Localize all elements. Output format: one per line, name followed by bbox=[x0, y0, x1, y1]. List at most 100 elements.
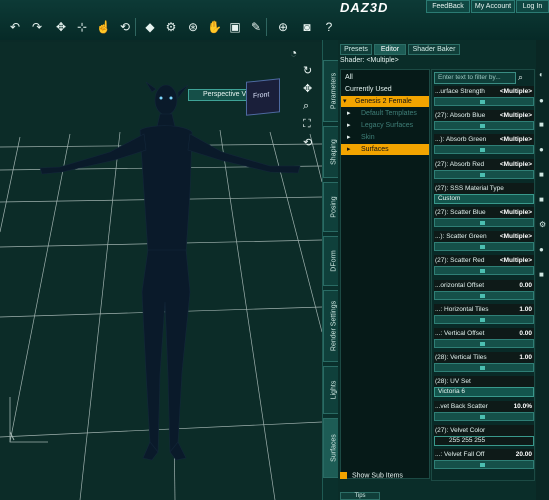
property-label: (27): Absorb Red <Multiple> bbox=[434, 158, 534, 170]
expand-arrow-icon[interactable]: ▸ bbox=[347, 108, 351, 119]
pane-icon[interactable]: ● bbox=[539, 145, 544, 154]
region-tool-icon[interactable]: ✋ bbox=[207, 20, 222, 34]
tree-item-currently-used[interactable]: Currently Used bbox=[341, 84, 429, 95]
property-label: ...vet Back Scatter 10.0% bbox=[434, 400, 534, 412]
node-tool-icon[interactable]: ⊹ bbox=[75, 20, 89, 34]
render-icon[interactable]: ◙ bbox=[300, 20, 314, 34]
tree-item-skin[interactable]: ▸ Skin bbox=[341, 132, 429, 143]
slider-knob[interactable] bbox=[480, 148, 485, 153]
property-label: (27): Velvet Color bbox=[434, 424, 534, 436]
pan-icon[interactable]: ✥ bbox=[303, 82, 312, 95]
property-dropdown[interactable]: Victoria 6 bbox=[434, 387, 534, 398]
reset-view-icon[interactable]: ⟲ bbox=[303, 136, 312, 149]
slider-knob[interactable] bbox=[480, 463, 485, 467]
pane-icon[interactable]: ◐ bbox=[539, 70, 544, 79]
slider-knob[interactable] bbox=[480, 172, 485, 177]
pose-tool-icon[interactable]: ☝ bbox=[96, 20, 111, 34]
surface-tool-icon[interactable]: ◆ bbox=[143, 20, 157, 34]
slider-knob[interactable] bbox=[480, 245, 485, 250]
property-value: <Multiple> bbox=[499, 233, 532, 241]
my-account-button[interactable]: My Account bbox=[471, 0, 515, 13]
property-label: (28): UV Set bbox=[434, 376, 534, 388]
log-in-button[interactable]: Log In bbox=[516, 0, 549, 13]
tree-item-default-templates[interactable]: ▸ Default Templates bbox=[341, 108, 429, 119]
property-slider[interactable] bbox=[434, 242, 534, 252]
navigation-cube[interactable]: Front bbox=[246, 78, 280, 116]
expand-arrow-icon[interactable]: ▸ bbox=[347, 144, 351, 155]
orbit-icon[interactable]: ↻ bbox=[303, 64, 312, 77]
transform-tool-icon[interactable]: ⟲ bbox=[118, 20, 132, 34]
help-icon[interactable]: ? bbox=[322, 20, 336, 34]
slider-knob[interactable] bbox=[480, 414, 485, 419]
zoom-icon[interactable]: ⌕ bbox=[303, 100, 309, 113]
property-slider[interactable] bbox=[434, 266, 534, 276]
expand-arrow-icon[interactable]: ▸ bbox=[347, 120, 351, 131]
pane-icon[interactable]: ■ bbox=[539, 270, 544, 279]
move-tool-icon[interactable]: ✥ bbox=[54, 20, 68, 34]
slider-knob[interactable] bbox=[480, 124, 485, 129]
property-slider[interactable] bbox=[434, 169, 534, 179]
feedback-button[interactable]: FeedBack bbox=[426, 0, 470, 13]
slider-knob[interactable] bbox=[480, 293, 485, 298]
camera-tool-icon[interactable]: ✎ bbox=[249, 20, 263, 34]
property-slider[interactable] bbox=[434, 363, 534, 373]
slider-knob[interactable] bbox=[480, 100, 485, 104]
camera-control-icon[interactable]: ◔ bbox=[290, 46, 297, 60]
tab-surfaces[interactable]: Surfaces bbox=[323, 418, 339, 478]
tree-item-legacy-surfaces[interactable]: ▸ Legacy Surfaces bbox=[341, 120, 429, 131]
slider-knob[interactable] bbox=[480, 317, 485, 322]
tab-parameters[interactable]: Parameters bbox=[323, 60, 339, 122]
filter-input[interactable]: Enter text to filter by... bbox=[434, 72, 516, 84]
3d-viewport[interactable]: Perspective View ▾ Front ◔ ↻ ✥ ⌕ ⛶ ⟲ bbox=[0, 42, 322, 500]
property-slider[interactable] bbox=[434, 121, 534, 131]
pane-icon[interactable]: ■ bbox=[539, 170, 544, 179]
property-slider[interactable] bbox=[434, 460, 534, 469]
pane-icon[interactable]: ■ bbox=[539, 120, 544, 129]
property-slider[interactable] bbox=[434, 290, 534, 300]
tab-presets[interactable]: Presets bbox=[340, 44, 372, 55]
tab-posing[interactable]: Posing bbox=[323, 182, 339, 232]
expand-arrow-icon[interactable]: ▸ bbox=[347, 132, 351, 143]
show-sub-items-checkbox[interactable]: Show Sub Items bbox=[340, 472, 403, 479]
property-slider[interactable] bbox=[434, 218, 534, 227]
tab-dform[interactable]: DForm bbox=[323, 236, 339, 286]
joint-tool-icon[interactable]: ⊛ bbox=[186, 20, 200, 34]
property-slider[interactable] bbox=[434, 314, 534, 324]
slider-knob[interactable] bbox=[480, 342, 485, 346]
tree-item-genesis-2-female[interactable]: ▾ Genesis 2 Female bbox=[341, 96, 429, 107]
pane-icon[interactable]: ● bbox=[539, 96, 544, 105]
property-dropdown[interactable]: Custom bbox=[434, 193, 534, 204]
tab-editor[interactable]: Editor bbox=[374, 44, 406, 55]
slider-knob[interactable] bbox=[480, 221, 485, 225]
expand-arrow-icon[interactable]: ▾ bbox=[343, 96, 347, 107]
redo-icon[interactable]: ↷ bbox=[30, 20, 44, 34]
checkbox-checked-icon[interactable] bbox=[340, 472, 347, 479]
pane-icon[interactable]: ⚙ bbox=[539, 220, 546, 229]
property-label: ...: Horizontal Tiles 1.00 bbox=[434, 303, 534, 315]
render-settings-icon[interactable]: ⊕ bbox=[276, 20, 290, 34]
property-slider[interactable] bbox=[434, 145, 534, 155]
slider-knob[interactable] bbox=[480, 269, 485, 274]
property-color-field[interactable]: 255 255 255 bbox=[434, 435, 534, 446]
slider-knob[interactable] bbox=[480, 366, 485, 371]
property-row: ...: Vertical Offset 0.00 bbox=[434, 328, 534, 350]
property-slider[interactable] bbox=[434, 339, 534, 348]
pane-icon[interactable]: ■ bbox=[539, 195, 544, 204]
pane-icon[interactable]: ● bbox=[539, 245, 544, 254]
tab-shaping[interactable]: Shaping bbox=[323, 126, 339, 178]
search-icon[interactable]: ⌕ bbox=[518, 72, 523, 83]
tree-item-surfaces[interactable]: ▸ Surfaces bbox=[341, 144, 429, 155]
tab-render-settings[interactable]: Render Settings bbox=[323, 290, 339, 362]
frame-icon[interactable]: ⛶ bbox=[303, 118, 311, 131]
property-slider[interactable] bbox=[434, 97, 534, 106]
tree-item-all[interactable]: All bbox=[341, 72, 429, 83]
geometry-tool-icon[interactable]: ⚙ bbox=[164, 20, 178, 34]
property-slider[interactable] bbox=[434, 411, 534, 421]
tab-lights[interactable]: Lights bbox=[323, 366, 339, 414]
property-row: (28): Vertical Tiles 1.00 bbox=[434, 352, 534, 374]
property-row: (28): UV Set Victoria 6 bbox=[434, 376, 534, 398]
spot-render-icon[interactable]: ▣ bbox=[228, 20, 242, 34]
tab-shader-baker[interactable]: Shader Baker bbox=[408, 44, 460, 55]
undo-icon[interactable]: ↶ bbox=[8, 20, 22, 34]
tips-tab[interactable]: Tips bbox=[340, 492, 380, 500]
